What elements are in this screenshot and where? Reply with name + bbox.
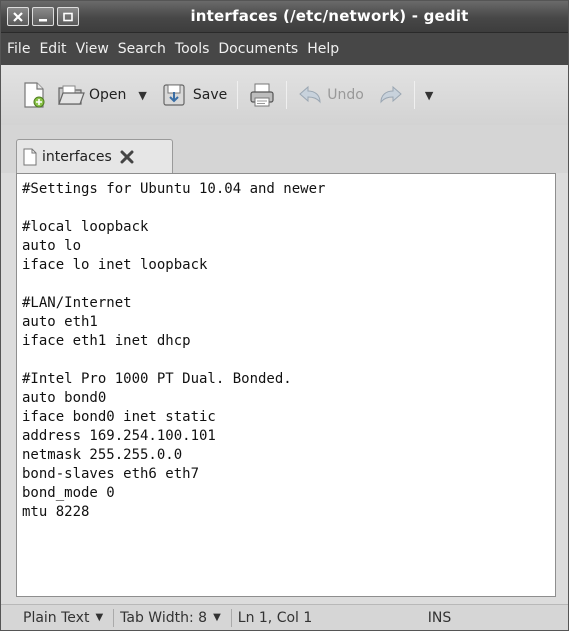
cursor-position-label: Ln 1, Col 1 [237, 609, 313, 626]
menu-help[interactable]: Help [303, 41, 343, 57]
toolbar: Open ▼ Save Undo ▼ [1, 65, 568, 125]
document-tab-bar: interfaces [1, 125, 568, 173]
print-button[interactable] [248, 75, 276, 115]
window-title: interfaces (/etc/network) - gedit [190, 7, 469, 25]
new-document-button[interactable] [21, 75, 47, 115]
save-icon [163, 84, 185, 106]
editor-line[interactable]: #Intel Pro 1000 PT Dual. Bonded. [22, 370, 325, 389]
open-label: Open [89, 87, 127, 103]
language-label: Plain Text [23, 609, 90, 626]
undo-icon [299, 85, 321, 104]
editor-line[interactable]: #LAN/Internet [22, 294, 325, 313]
save-label: Save [192, 87, 228, 103]
menu-bar: File Edit View Search Tools Documents He… [1, 33, 568, 65]
editor-line[interactable]: mtu 8228 [22, 503, 325, 522]
menu-search[interactable]: Search [114, 41, 170, 57]
minimize-icon [39, 18, 47, 21]
editor-line[interactable]: bond_mode 0 [22, 484, 325, 503]
maximize-window-button[interactable] [57, 7, 79, 26]
save-button[interactable]: Save [161, 75, 227, 115]
menu-edit[interactable]: Edit [35, 41, 70, 57]
close-icon [13, 11, 23, 22]
tab-width-label: Tab Width: 8 [120, 609, 208, 626]
language-selector[interactable]: Plain Text ▼ [17, 610, 113, 626]
insert-mode-label: INS [427, 609, 452, 626]
open-recent-arrow-icon[interactable]: ▼ [138, 89, 146, 102]
open-button[interactable]: Open ▼ [57, 75, 147, 115]
editor-line[interactable]: bond-slaves eth6 eth7 [22, 465, 325, 484]
chevron-down-icon: ▼ [95, 612, 104, 623]
menu-view[interactable]: View [72, 41, 113, 57]
chevron-down-icon: ▼ [213, 612, 221, 623]
tab-label: interfaces [42, 148, 112, 165]
editor-line[interactable]: #Settings for Ubuntu 10.04 and newer [22, 180, 325, 199]
maximize-icon [63, 12, 73, 21]
window-controls [7, 7, 82, 26]
tab-interfaces[interactable]: interfaces [16, 139, 173, 173]
toolbar-separator [286, 81, 288, 109]
menu-file[interactable]: File [3, 41, 34, 57]
undo-button[interactable]: Undo [297, 75, 364, 115]
editor-line[interactable] [22, 275, 325, 294]
editor-line[interactable]: netmask 255.255.0.0 [22, 446, 325, 465]
cursor-position: Ln 1, Col 1 [232, 610, 422, 626]
menu-tools[interactable]: Tools [171, 41, 214, 57]
title-bar[interactable]: interfaces (/etc/network) - gedit [1, 1, 568, 33]
editor-line[interactable]: auto bond0 [22, 389, 325, 408]
editor-line[interactable]: auto eth1 [22, 313, 325, 332]
editor-line[interactable]: iface eth1 inet dhcp [22, 332, 325, 351]
toolbar-separator [413, 81, 415, 109]
editor-line[interactable]: iface bond0 inet static [22, 408, 325, 427]
chevron-down-icon: ▼ [424, 88, 434, 102]
print-icon [250, 83, 274, 107]
tab-width-selector[interactable]: Tab Width: 8 ▼ [114, 610, 231, 626]
toolbar-separator [237, 81, 239, 109]
editor-content[interactable]: #Settings for Ubuntu 10.04 and newer #loc… [22, 180, 325, 522]
toolbar-overflow-button[interactable]: ▼ [425, 75, 433, 115]
editor-line[interactable]: iface lo inet loopback [22, 256, 325, 275]
editor-line[interactable]: #local loopback [22, 218, 325, 237]
close-window-button[interactable] [7, 7, 29, 26]
text-document-icon [23, 148, 37, 165]
insert-mode: INS [422, 610, 462, 626]
menu-documents[interactable]: Documents [214, 41, 302, 57]
close-icon [120, 150, 134, 163]
status-bar: Plain Text ▼ Tab Width: 8 ▼ Ln 1, Col 1 … [1, 604, 568, 630]
redo-button[interactable] [378, 75, 404, 115]
editor-line[interactable]: auto lo [22, 237, 325, 256]
editor-line[interactable]: address 169.254.100.101 [22, 427, 325, 446]
redo-icon [380, 85, 402, 104]
editor-line[interactable] [22, 199, 325, 218]
editor-line[interactable] [22, 351, 325, 370]
close-tab-button[interactable] [120, 150, 134, 164]
minimize-window-button[interactable] [32, 7, 54, 26]
text-editor[interactable]: #Settings for Ubuntu 10.04 and newer #loc… [16, 173, 556, 597]
gedit-window: interfaces (/etc/network) - gedit File E… [0, 0, 569, 631]
new-document-icon [24, 82, 45, 108]
undo-label: Undo [327, 87, 364, 103]
folder-open-icon [58, 85, 85, 105]
